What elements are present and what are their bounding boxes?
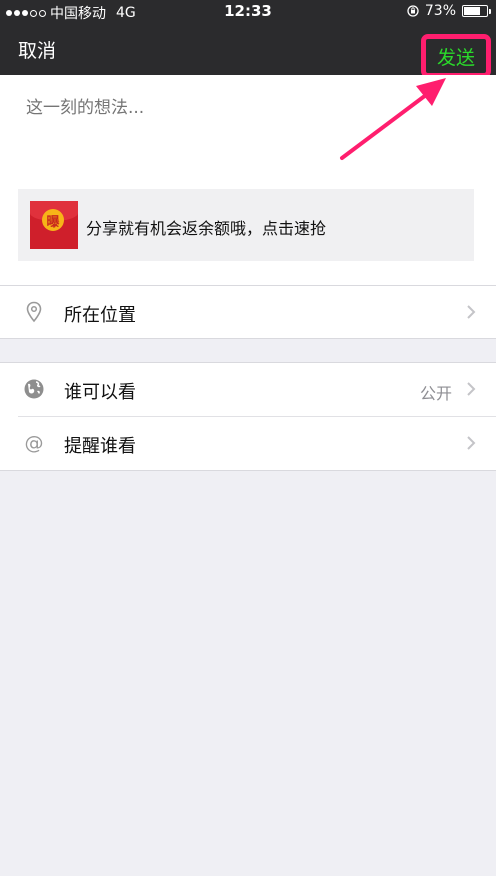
status-right: 73% [407, 3, 491, 19]
post-text-input[interactable] [24, 97, 468, 119]
share-red-packet-card[interactable]: 曝 分享就有机会返余额哦，点击速抢 [18, 189, 474, 261]
red-packet-icon: 曝 [30, 201, 78, 249]
chevron-right-icon [467, 382, 476, 396]
chevron-right-icon [467, 305, 476, 319]
cancel-button[interactable]: 取消 [18, 36, 56, 63]
location-group: 所在位置 [0, 285, 496, 339]
nav-bar: 取消 发送 [0, 22, 496, 78]
location-label: 所在位置 [64, 305, 136, 326]
battery-percent: 73% [424, 3, 456, 19]
globe-icon [24, 379, 44, 399]
send-button-highlight: 发送 [421, 34, 491, 78]
remind-row[interactable]: @ 提醒谁看 [0, 417, 496, 470]
send-button[interactable]: 发送 [426, 39, 486, 73]
status-bar: 中国移动 4G 12:33 73% [0, 0, 496, 22]
visibility-label: 谁可以看 [64, 382, 136, 403]
location-row[interactable]: 所在位置 [0, 286, 496, 339]
remind-label: 提醒谁看 [64, 436, 136, 457]
svg-text:@: @ [25, 432, 44, 454]
chevron-right-icon [467, 436, 476, 450]
rotation-lock-icon [407, 5, 419, 17]
privacy-group: 谁可以看 公开 @ 提醒谁看 [0, 362, 496, 471]
battery-icon [462, 5, 491, 17]
share-card-text: 分享就有机会返余额哦，点击速抢 [86, 219, 327, 238]
battery-fill [464, 7, 481, 15]
compose-area: 曝 分享就有机会返余额哦，点击速抢 [0, 75, 496, 285]
visibility-row[interactable]: 谁可以看 公开 [0, 363, 496, 417]
red-packet-coin: 曝 [42, 209, 64, 231]
at-sign-icon: @ [25, 432, 44, 454]
visibility-value: 公开 [419, 384, 452, 403]
location-pin-icon [26, 301, 42, 323]
